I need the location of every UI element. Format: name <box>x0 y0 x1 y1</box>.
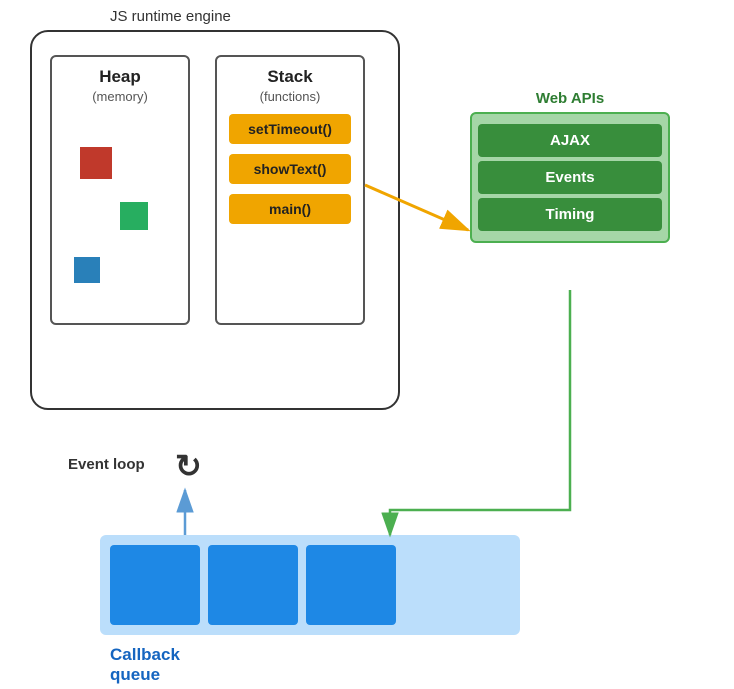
heap-subtitle: (memory) <box>52 89 188 104</box>
heap-square-blue <box>74 257 100 283</box>
heap-square-red <box>80 147 112 179</box>
heap-box: Heap (memory) <box>50 55 190 325</box>
event-loop-icon: ↻ <box>175 447 202 485</box>
heap-square-green <box>120 202 148 230</box>
webapi-container: Web APIs AJAX Events Timing <box>470 90 670 243</box>
runtime-label: JS runtime engine <box>110 8 231 25</box>
callback-cell-3 <box>306 545 396 625</box>
callback-label: Callback <box>110 645 180 665</box>
event-loop-label: Event loop <box>68 456 145 473</box>
stack-item-0: setTimeout() <box>229 114 351 144</box>
callback-cell-1 <box>110 545 200 625</box>
callback-cell-2 <box>208 545 298 625</box>
webapi-label: Web APIs <box>470 90 670 107</box>
webapi-timing: Timing <box>478 198 662 231</box>
stack-item-2: main() <box>229 194 351 224</box>
webapi-events: Events <box>478 161 662 194</box>
queue-label: queue <box>110 665 160 685</box>
webapi-box: AJAX Events Timing <box>470 112 670 243</box>
diagram: JS runtime engine Heap (memory) Stack (f… <box>0 0 734 689</box>
stack-item-1: showText() <box>229 154 351 184</box>
webapi-ajax: AJAX <box>478 124 662 157</box>
stack-title: Stack <box>217 57 363 87</box>
stack-box: Stack (functions) setTimeout() showText(… <box>215 55 365 325</box>
heap-title: Heap <box>52 57 188 87</box>
stack-subtitle: (functions) <box>217 89 363 104</box>
callback-queue-box <box>100 535 520 635</box>
callback-queue-container <box>100 535 520 635</box>
